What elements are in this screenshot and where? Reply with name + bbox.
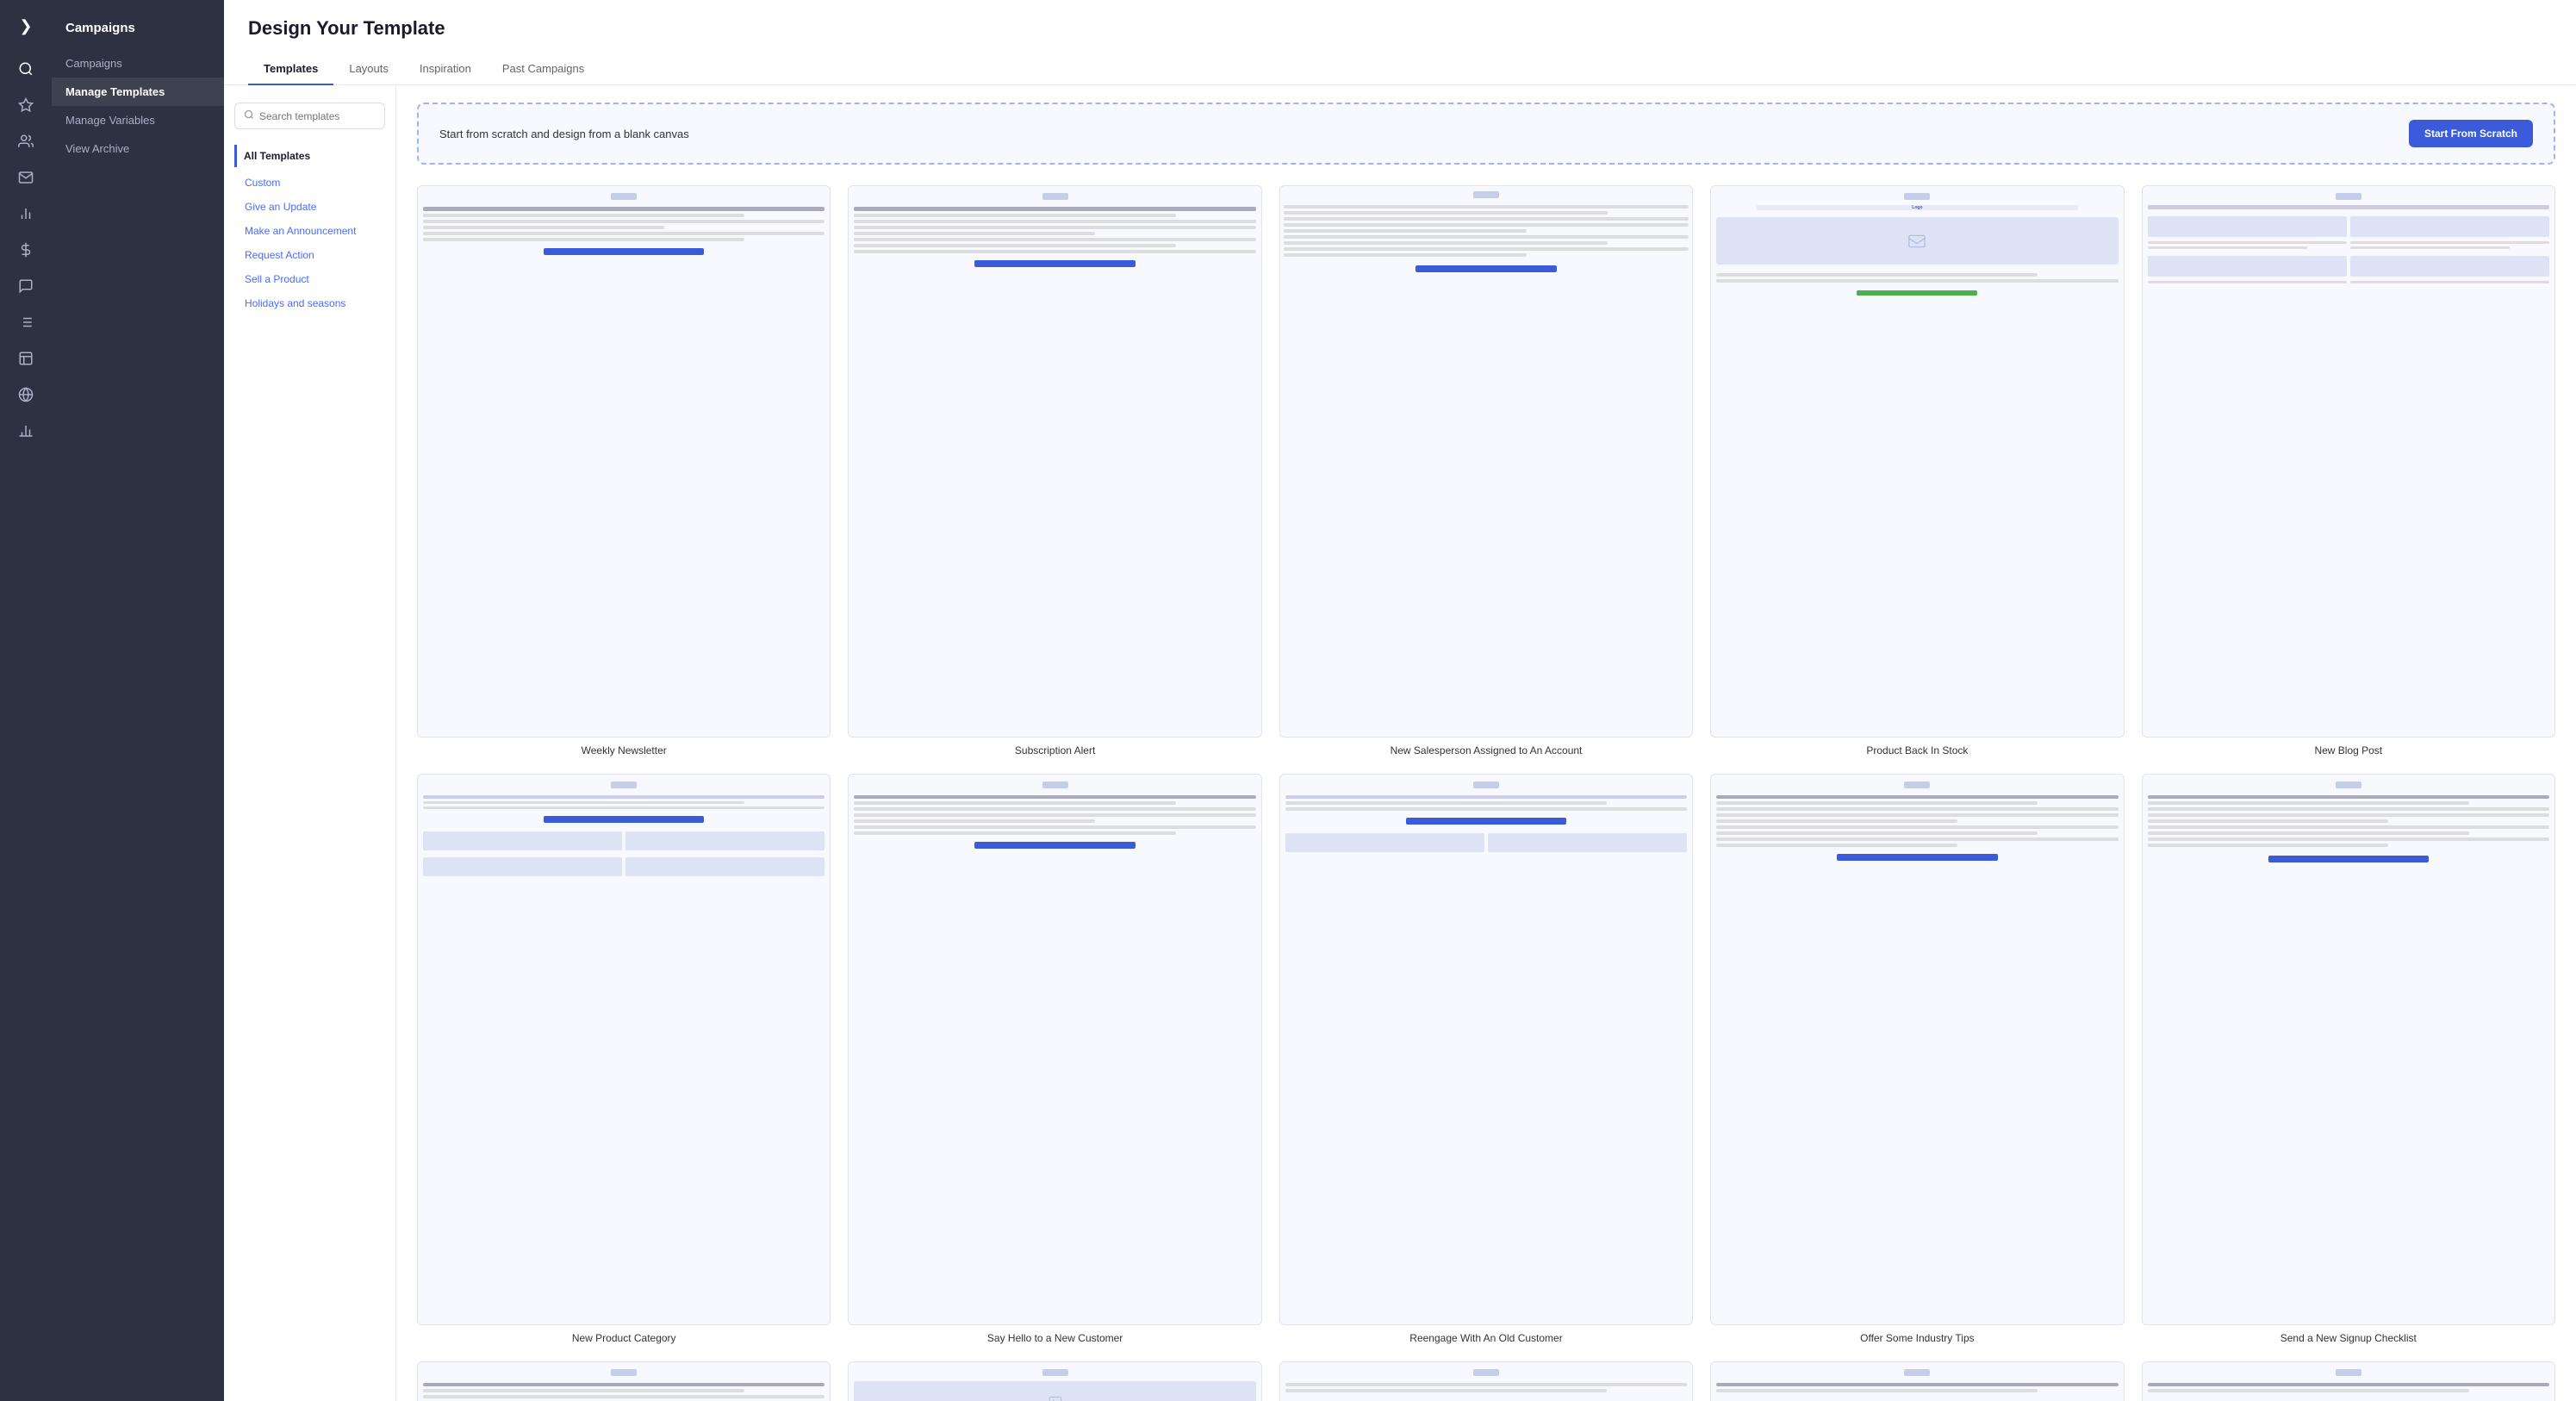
template-name: New Blog Post <box>2314 744 2382 757</box>
page-title: Design Your Template <box>248 17 2552 40</box>
nav-globe-icon[interactable] <box>10 379 41 410</box>
template-card-new-salesperson[interactable]: New Salesperson Assigned to An Account <box>1279 185 1693 757</box>
template-card-new-product-category[interactable]: New Product Category <box>417 774 831 1345</box>
filter-all-templates[interactable]: All Templates <box>234 145 385 167</box>
tab-past-campaigns[interactable]: Past Campaigns <box>487 53 600 85</box>
templates-grid: Weekly Newsletter <box>417 185 2555 1401</box>
nav-search-icon[interactable] <box>10 53 41 84</box>
nav-list-icon[interactable] <box>10 307 41 338</box>
search-icon <box>244 109 254 122</box>
sidebar-item-manage-templates[interactable]: Manage Templates <box>52 78 224 106</box>
content-area: All Templates Custom Give an Update Make… <box>224 85 2576 1401</box>
filter-announcement[interactable]: Make an Announcement <box>234 219 385 243</box>
template-card-signup-checklist[interactable]: Send a New Signup Checklist <box>2142 774 2555 1345</box>
template-card-say-hello[interactable]: Say Hello to a New Customer <box>848 774 1261 1345</box>
template-name: New Product Category <box>572 1332 676 1344</box>
template-card-subscription-alert[interactable]: Subscription Alert <box>848 185 1261 757</box>
search-box <box>234 103 385 129</box>
template-card-product-back-in-stock[interactable]: Logo Product Back In Stoc <box>1710 185 2124 757</box>
filter-give-update[interactable]: Give an Update <box>234 195 385 219</box>
filter-sell-product[interactable]: Sell a Product <box>234 267 385 291</box>
nav-mail-icon[interactable] <box>10 162 41 193</box>
template-name: Subscription Alert <box>1015 744 1095 757</box>
templates-panel: Start from scratch and design from a bla… <box>396 85 2576 1401</box>
template-name: Send a New Signup Checklist <box>2280 1332 2417 1344</box>
nav-analytics-icon[interactable] <box>10 198 41 229</box>
template-card-request-review[interactable]: Request a Review <box>417 1361 831 1401</box>
filter-holidays[interactable]: Holidays and seasons <box>234 291 385 315</box>
template-name: Offer Some Industry Tips <box>1860 1332 1975 1344</box>
template-name: Product Back In Stock <box>1866 744 1968 757</box>
start-from-scratch-button[interactable]: Start From Scratch <box>2409 120 2533 147</box>
nav-users-icon[interactable] <box>10 126 41 157</box>
template-name: Weekly Newsletter <box>582 744 667 757</box>
left-panel: All Templates Custom Give an Update Make… <box>224 85 396 1401</box>
sidebar-title: Campaigns <box>52 14 224 49</box>
filter-request-action[interactable]: Request Action <box>234 243 385 267</box>
sidebar: Campaigns Campaigns Manage Templates Man… <box>52 0 224 1401</box>
template-card-event[interactable]: Friday, July 15 at 7:00 PM Olive Garden … <box>2142 1361 2555 1401</box>
tab-inspiration[interactable]: Inspiration <box>404 53 487 85</box>
tab-bar: Templates Layouts Inspiration Past Campa… <box>248 53 2552 84</box>
template-card-new-blog-post[interactable]: New Blog Post <box>2142 185 2555 757</box>
template-card-reengage[interactable]: Reengage With An Old Customer <box>1279 774 1693 1345</box>
template-name: Reengage With An Old Customer <box>1409 1332 1562 1344</box>
template-card-webinar[interactable]: Tuesday, March 15 at 7:00 PM Sign Up For… <box>1710 1361 2124 1401</box>
nav-rail: ❯ <box>0 0 52 1401</box>
nav-chart-icon[interactable] <box>10 415 41 446</box>
nav-dollar-icon[interactable] <box>10 234 41 265</box>
sidebar-item-manage-variables[interactable]: Manage Variables <box>52 106 224 134</box>
template-card-share-product[interactable]: Share a Product <box>848 1361 1261 1401</box>
tab-layouts[interactable]: Layouts <box>333 53 404 85</box>
template-card-referral[interactable]: G I F T Z 5 Make A Referral <box>1279 1361 1693 1401</box>
tab-templates[interactable]: Templates <box>248 53 333 85</box>
scratch-banner: Start from scratch and design from a bla… <box>417 103 2555 165</box>
search-input[interactable] <box>259 110 376 122</box>
nav-chat-icon[interactable] <box>10 271 41 302</box>
nav-star-icon[interactable] <box>10 90 41 121</box>
sidebar-item-campaigns[interactable]: Campaigns <box>52 49 224 78</box>
template-card-weekly-newsletter[interactable]: Weekly Newsletter <box>417 185 831 757</box>
main-content: Design Your Template Templates Layouts I… <box>224 0 2576 1401</box>
nav-doc-icon[interactable] <box>10 343 41 374</box>
template-name: Say Hello to a New Customer <box>987 1332 1123 1344</box>
sidebar-item-view-archive[interactable]: View Archive <box>52 134 224 163</box>
filter-custom[interactable]: Custom <box>234 171 385 195</box>
scratch-banner-text: Start from scratch and design from a bla… <box>439 128 689 140</box>
nav-expand-button[interactable]: ❯ <box>10 10 41 41</box>
main-header: Design Your Template Templates Layouts I… <box>224 0 2576 85</box>
template-card-offer-tips[interactable]: Offer Some Industry Tips <box>1710 774 2124 1345</box>
template-name: New Salesperson Assigned to An Account <box>1391 744 1583 757</box>
